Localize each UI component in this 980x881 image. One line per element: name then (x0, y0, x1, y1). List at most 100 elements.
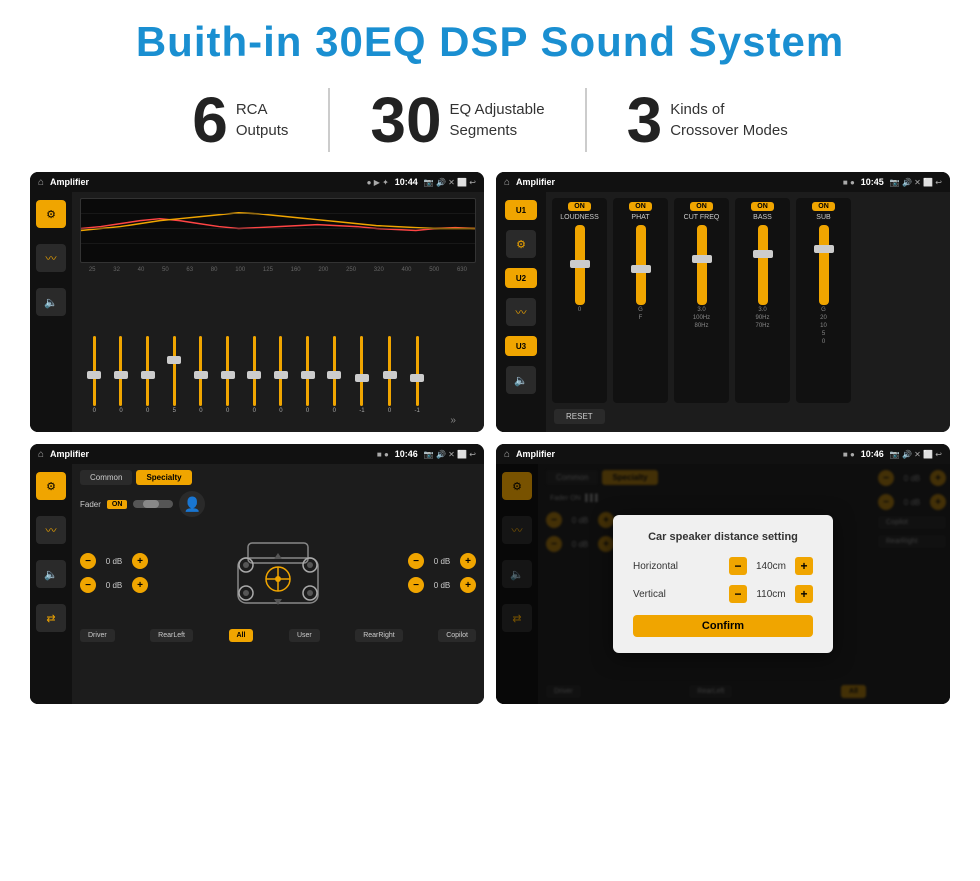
bass-thumb[interactable] (753, 250, 773, 258)
eq-slider-3[interactable]: 0 (146, 336, 149, 426)
stat-eq-number: 30 (370, 88, 441, 152)
eq-slider-13[interactable]: -1 (415, 336, 420, 426)
screen1-time: 10:44 (395, 177, 418, 187)
confirm-button[interactable]: Confirm (633, 615, 813, 637)
screen3-appname: Amplifier (50, 449, 371, 459)
eq-wave-btn[interactable]: 〰 (36, 244, 66, 272)
home-icon-s2[interactable]: ⌂ (504, 177, 510, 188)
home-icon-s3[interactable]: ⌂ (38, 449, 44, 460)
loudness-on[interactable]: ON (568, 202, 591, 211)
stat-eq-text: EQ Adjustable Segments (450, 99, 545, 141)
db2-value: 0 dB (100, 581, 128, 590)
distance-dialog: Car speaker distance setting Horizontal … (613, 515, 833, 653)
reset-btn-s2[interactable]: RESET (554, 409, 605, 424)
db-row-1: − 0 dB + (80, 553, 148, 569)
eq-slider-12[interactable]: 0 (388, 336, 391, 426)
eq-slider-11[interactable]: -1 (359, 336, 364, 426)
stat-crossover-number: 3 (627, 88, 663, 152)
fader-arrows-btn[interactable]: ⇄ (36, 604, 66, 632)
fader-filter-btn[interactable]: ⚙ (36, 472, 66, 500)
phat-title: PHAT (631, 214, 649, 221)
eq-sliders: 0 0 0 5 (80, 275, 476, 426)
specialty-tab[interactable]: Specialty (136, 470, 191, 485)
amp-controls-row: ON LOUDNESS 0 ON PHAT (552, 198, 944, 403)
sub-title: SUB (816, 214, 830, 221)
horizontal-stepper: − 140cm + (729, 557, 813, 575)
home-icon[interactable]: ⌂ (38, 177, 44, 188)
cutfreq-on[interactable]: ON (690, 202, 713, 211)
db1-value: 0 dB (100, 557, 128, 566)
db1-plus-btn[interactable]: + (132, 553, 148, 569)
eq-slider-7[interactable]: 0 (253, 336, 256, 426)
sub-on[interactable]: ON (812, 202, 835, 211)
eq-filter-btn[interactable]: ⚙ (36, 200, 66, 228)
eq-slider-5[interactable]: 0 (199, 336, 202, 426)
sub-thumb[interactable] (814, 245, 834, 253)
copilot-btn[interactable]: Copilot (438, 629, 476, 642)
stat-crossover-text: Kinds of Crossover Modes (670, 99, 788, 141)
eq-slider-10[interactable]: 0 (333, 336, 336, 426)
wave-btn-s2[interactable]: 〰 (506, 298, 536, 326)
phat-on[interactable]: ON (629, 202, 652, 211)
u2-btn-s2[interactable]: U2 (505, 268, 537, 288)
db4-plus-btn[interactable]: + (460, 577, 476, 593)
eq-speaker-btn[interactable]: 🔈 (36, 288, 66, 316)
horizontal-minus-btn[interactable]: − (729, 557, 747, 575)
db1-minus-btn[interactable]: − (80, 553, 96, 569)
horizontal-plus-btn[interactable]: + (795, 557, 813, 575)
screen4-right-icons: 📷 🔊 ✕ ⬜ ↩ (890, 450, 942, 459)
user-btn[interactable]: User (289, 629, 320, 642)
common-tab[interactable]: Common (80, 470, 132, 485)
db2-plus-btn[interactable]: + (132, 577, 148, 593)
loudness-thumb[interactable] (570, 260, 590, 268)
fader-on-badge[interactable]: ON (107, 500, 128, 509)
db4-minus-btn[interactable]: − (408, 577, 424, 593)
speaker-btn-s2[interactable]: 🔈 (506, 366, 536, 394)
screen4-statusbar: ⌂ Amplifier ■ ● 10:46 📷 🔊 ✕ ⬜ ↩ (496, 444, 950, 464)
vertical-row: Vertical − 110cm + (633, 585, 813, 603)
db3-plus-btn[interactable]: + (460, 553, 476, 569)
screen1-appname: Amplifier (50, 177, 361, 187)
eq-slider-4[interactable]: 5 (173, 336, 176, 426)
screen2-left-panel: U1 ⚙ U2 〰 U3 🔈 (496, 192, 546, 432)
fader-label-row: Fader ON 👤 (80, 491, 476, 517)
eq-graph (80, 198, 476, 263)
u1-btn-s2[interactable]: U1 (505, 200, 537, 220)
db3-minus-btn[interactable]: − (408, 553, 424, 569)
home-icon-s4[interactable]: ⌂ (504, 449, 510, 460)
eq-slider-8[interactable]: 0 (279, 336, 282, 426)
screen4-status-icons: ■ ● (843, 450, 855, 459)
rearleft-btn[interactable]: RearLeft (150, 629, 193, 642)
fader-wave-btn[interactable]: 〰 (36, 516, 66, 544)
rearright-btn[interactable]: RearRight (355, 629, 403, 642)
db2-minus-btn[interactable]: − (80, 577, 96, 593)
cutfreq-thumb[interactable] (692, 255, 712, 263)
db-row-4: − 0 dB + (408, 577, 476, 593)
all-btn[interactable]: All (229, 629, 254, 642)
eq-freq-labels: 25 32 40 50 63 80 100 125 160 200 250 32… (80, 267, 476, 273)
horizontal-value: 140cm (751, 561, 791, 572)
eq-slider-2[interactable]: 0 (119, 336, 122, 426)
eq-filter-btn-s2[interactable]: ⚙ (506, 230, 536, 258)
screen1-side-controls: ⚙ 〰 🔈 (30, 192, 72, 432)
bass-on[interactable]: ON (751, 202, 774, 211)
eq-slider-6[interactable]: 0 (226, 336, 229, 426)
driver-btn[interactable]: Driver (80, 629, 115, 642)
fader-text-label: Fader (80, 500, 101, 509)
vertical-minus-btn[interactable]: − (729, 585, 747, 603)
screen3-time: 10:46 (395, 449, 418, 459)
eq-slider-1[interactable]: 0 (93, 336, 96, 426)
eq-slider-9[interactable]: 0 (306, 336, 309, 426)
screen2-body: U1 ⚙ U2 〰 U3 🔈 ON LOUDNESS (496, 192, 950, 432)
u3-btn-s2[interactable]: U3 (505, 336, 537, 356)
phat-thumb[interactable] (631, 265, 651, 273)
fader-speaker-btn[interactable]: 🔈 (36, 560, 66, 588)
stat-rca: 6 RCA Outputs (152, 88, 330, 152)
fader-h-slider[interactable] (133, 500, 173, 508)
screen1-status-icons: ● ▶ ✦ (367, 178, 389, 187)
bass-title: BASS (753, 214, 772, 221)
db-row-3: − 0 dB + (408, 553, 476, 569)
screen-amplifier: ⌂ Amplifier ■ ● 10:45 📷 🔊 ✕ ⬜ ↩ U1 ⚙ U2 … (496, 172, 950, 432)
vertical-plus-btn[interactable]: + (795, 585, 813, 603)
sub-col: ON SUB G 20 10 5 0 (796, 198, 851, 403)
